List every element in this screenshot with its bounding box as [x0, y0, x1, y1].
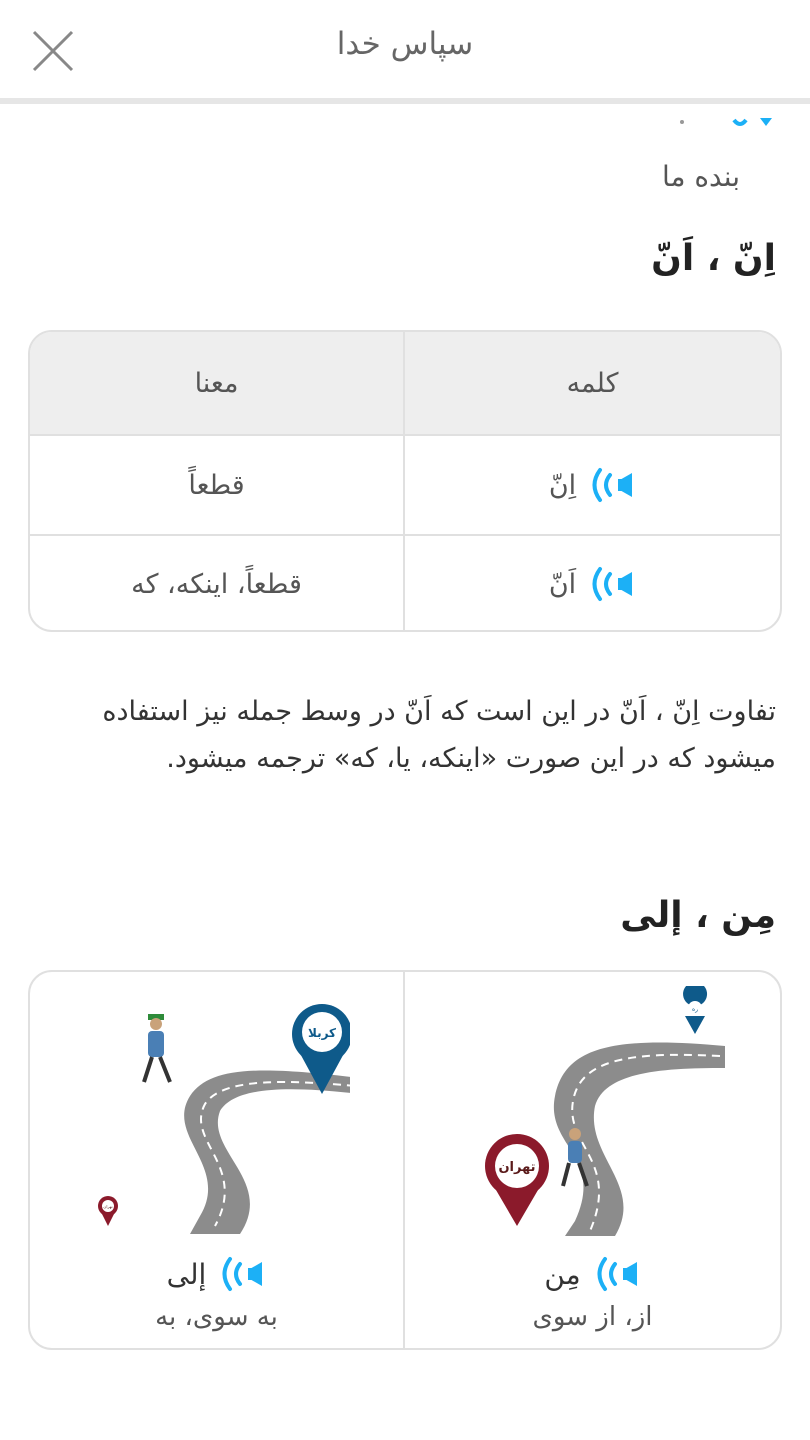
speaker-audio-icon[interactable]	[588, 465, 636, 505]
header-divider	[0, 98, 810, 104]
table-header-meaning: معنا	[30, 332, 405, 434]
vocab-card-min[interactable]: ره تهران مِن از، از سوی	[405, 972, 780, 1348]
table-header-row: کلمه معنا	[30, 332, 780, 434]
vocab-card-ila[interactable]: کربلا تهران إلی به سوی، به	[30, 972, 405, 1348]
word-text: إلی	[166, 1257, 207, 1291]
word-line: إلی	[30, 1254, 403, 1294]
word-line: مِن	[405, 1254, 780, 1294]
table-meaning-cell: قطعاً	[30, 436, 405, 534]
explanation-text: تفاوت اِنّ ، اَنّ در این است که اَنّ در …	[102, 696, 776, 774]
meaning-text: به سوی، به	[155, 1302, 278, 1332]
table-header-word: کلمه	[566, 367, 619, 399]
road-from-illustration: ره تهران	[485, 986, 725, 1236]
word-text: اَنّ	[548, 568, 577, 600]
road-to-illustration: کربلا تهران	[98, 1004, 350, 1234]
previous-text: بنده ما	[661, 160, 740, 193]
end-pin-label: کربلا	[308, 1026, 336, 1040]
table-row: اِنّ قطعاً	[30, 434, 780, 534]
end-pin-label: ره	[692, 1006, 698, 1013]
start-pin-label: تهران	[498, 1160, 535, 1175]
word-text: اِنّ	[548, 469, 577, 501]
vocab-cards: ره تهران مِن از، از سوی کربلا تهران إلی …	[28, 970, 782, 1350]
page-title: سپاس خدا	[336, 26, 474, 62]
meaning-text: از، از سوی	[532, 1302, 653, 1332]
table-word-cell: اِنّ	[405, 436, 780, 534]
section-title-min: مِن ، إلی	[620, 895, 776, 936]
top-bar: سپاس خدا	[0, 0, 810, 104]
peek-dot	[680, 120, 684, 124]
table-row: اَنّ قطعاً، اینکه، که	[30, 534, 780, 630]
speaker-audio-icon[interactable]	[593, 1254, 641, 1294]
table-word-cell: اَنّ	[405, 536, 780, 630]
speaker-peek-icon	[732, 118, 772, 126]
section-title-inna: اِنّ ، اَنّ	[651, 238, 776, 279]
start-pin-label: تهران	[103, 1204, 112, 1209]
speaker-audio-icon[interactable]	[588, 564, 636, 604]
speaker-audio-icon[interactable]	[218, 1254, 266, 1294]
vocab-table: کلمه معنا اِنّ قطعاً اَنّ قطعاً، اینکه، …	[28, 330, 782, 632]
word-text: مِن	[544, 1257, 581, 1291]
table-meaning-cell: قطعاً، اینکه، که	[30, 536, 405, 630]
